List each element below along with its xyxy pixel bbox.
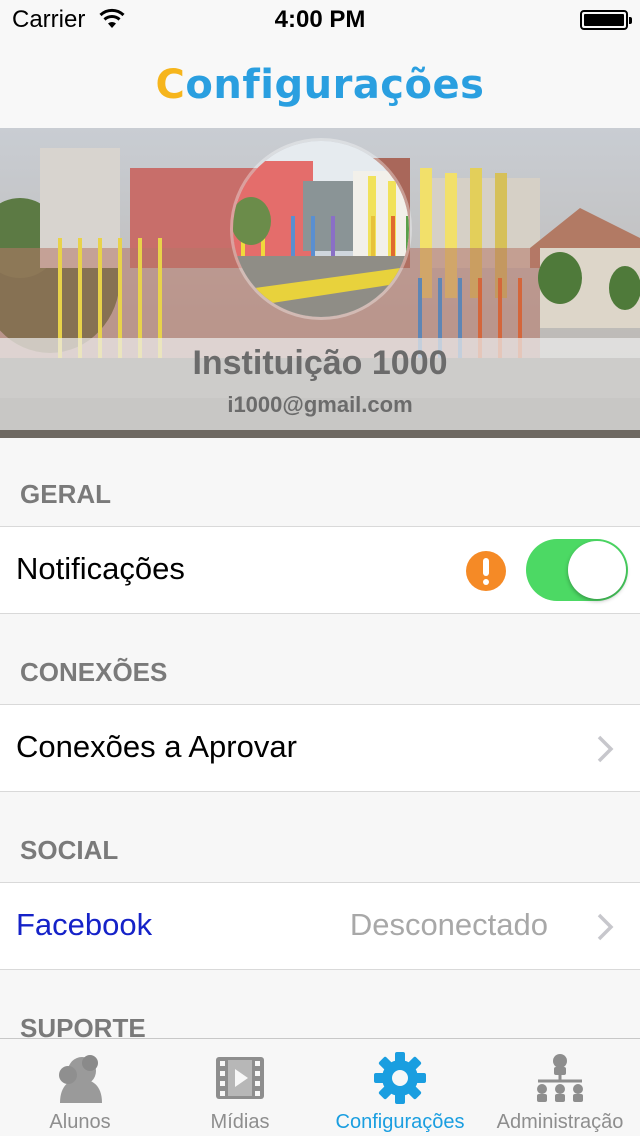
page-title-initial: C (155, 62, 186, 108)
tab-label: Mídias (210, 1111, 270, 1133)
section-title: CONEXÕES (20, 657, 168, 687)
avatar-photo (233, 141, 409, 317)
org-chart-icon (537, 1054, 583, 1102)
profile-header: Instituição 1000 i1000@gmail.com (0, 128, 640, 438)
institution-email: i1000@gmail.com (227, 392, 413, 417)
toggle-knob (568, 541, 626, 599)
institution-name: Instituição 1000 (192, 344, 448, 382)
facebook-status: Desconectado (349, 907, 548, 942)
tab-administracao[interactable]: Administração (480, 1039, 640, 1136)
status-bar: Carrier 4:00 PM (0, 0, 640, 40)
tab-configuracoes[interactable]: Configurações (320, 1039, 480, 1136)
facebook-label: Facebook (16, 907, 153, 942)
tab-midias[interactable]: Mídias (160, 1039, 320, 1136)
avatar[interactable] (230, 138, 412, 320)
pending-connections-label: Conexões a Aprovar (16, 729, 297, 764)
student-icon (59, 1055, 102, 1103)
pending-connections-row[interactable]: Conexões a Aprovar (0, 704, 640, 792)
tab-label: Configurações (335, 1111, 465, 1133)
navigation-bar: Carrier 4:00 PM Configurações (0, 0, 640, 128)
tab-label: Alunos (49, 1111, 111, 1133)
battery-icon (580, 10, 632, 30)
facebook-row[interactable]: Facebook Desconectado (0, 882, 640, 970)
section-header-social: SOCIAL (0, 794, 640, 882)
page-title: Configurações (0, 62, 640, 108)
chevron-right-icon (597, 735, 614, 763)
page-title-rest: onfigurações (185, 62, 485, 108)
tab-alunos[interactable]: Alunos (0, 1039, 160, 1136)
gear-icon (374, 1052, 426, 1104)
section-header-conexoes: CONEXÕES (0, 616, 640, 704)
notifications-row: Notificações (0, 526, 640, 614)
status-time: 4:00 PM (274, 6, 366, 33)
notifications-toggle[interactable] (526, 539, 628, 601)
exclamation-icon[interactable] (466, 551, 506, 591)
tab-bar: Alunos Mídias Configurações Administraçã… (0, 1038, 640, 1136)
section-title: SOCIAL (20, 835, 119, 865)
film-icon (216, 1057, 264, 1099)
section-header-geral: GERAL (0, 438, 640, 526)
section-title: GERAL (20, 479, 111, 509)
chevron-right-icon (597, 913, 614, 941)
tab-label: Administração (496, 1111, 624, 1133)
notifications-label: Notificações (16, 551, 185, 586)
